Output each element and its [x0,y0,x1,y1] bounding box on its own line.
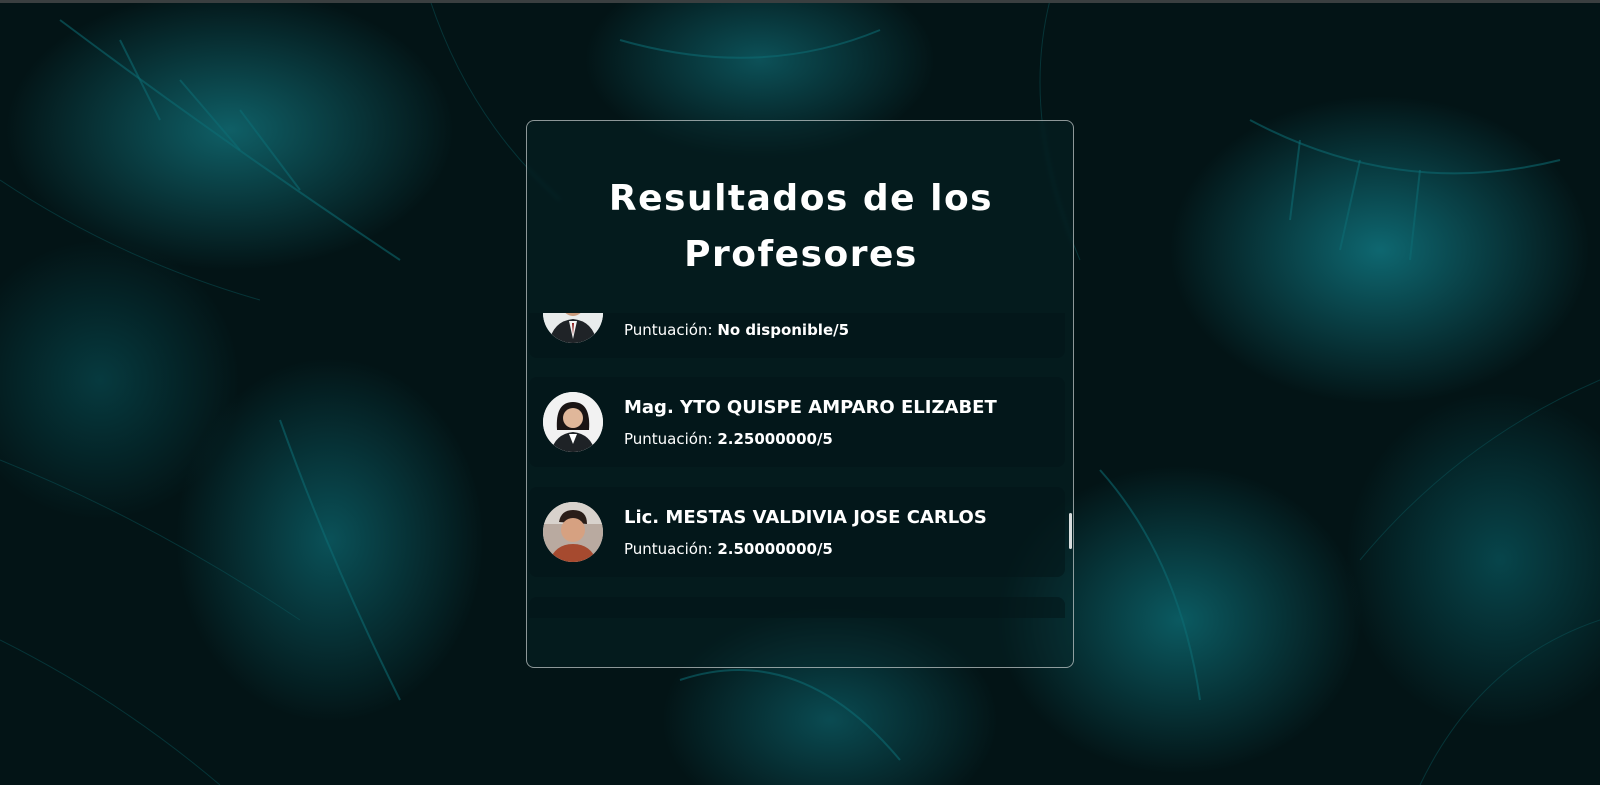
page-title-line-1: Resultados de los [608,178,994,219]
professor-name: Mag. YTO QUISPE AMPARO ELIZABET [624,397,997,418]
professor-score: Puntuación: 2.25000000/5 [624,430,833,448]
score-value: No disponible/5 [717,321,850,339]
professor-score: Puntuación: No disponible/5 [624,321,850,339]
professor-score: Puntuación: 2.50000000/5 [624,540,833,558]
results-card: Resultados de los Profesores Puntuación:… [526,120,1074,668]
professor-card[interactable]: Puntuación: No disponible/5 [529,313,1065,358]
professor-list[interactable]: Puntuación: No disponible/5 Mag. YTO QUI… [527,313,1073,618]
list-scrollbar-thumb[interactable] [1069,513,1072,549]
professor-card[interactable]: Mag. YTO QUISPE AMPARO ELIZABET Puntuaci… [529,377,1065,467]
avatar-woman [543,392,603,452]
professor-name: Lic. MESTAS VALDIVIA JOSE CARLOS [624,507,987,528]
professor-card[interactable]: Lic. MESTAS VALDIVIA JOSE CARLOS Puntuac… [529,487,1065,577]
avatar-man [543,502,603,562]
page-title: Resultados de los Profesores [527,171,1073,283]
score-value: 2.25000000/5 [717,430,833,448]
avatar-man-suit [543,313,603,343]
page-title-line-2: Profesores [684,234,918,275]
professor-card[interactable] [529,597,1065,618]
window-top-border [0,0,1600,3]
score-value: 2.50000000/5 [717,540,833,558]
